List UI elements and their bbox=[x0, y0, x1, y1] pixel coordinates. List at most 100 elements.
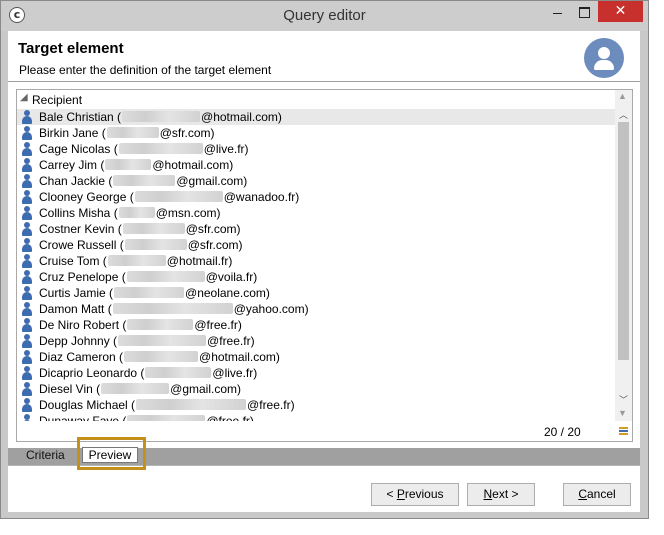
recipient-name: Dunaway Faye ( bbox=[39, 414, 127, 421]
recipient-label: Curtis Jamie ( @neolane.com) bbox=[39, 286, 270, 300]
list-item[interactable]: Cage Nicolas (@live.fr) bbox=[17, 141, 615, 157]
footer: < Previous Next > Cancel bbox=[8, 465, 640, 512]
list-item[interactable]: Birkin Jane (@sfr.com) bbox=[17, 125, 615, 141]
list-item[interactable]: Curtis Jamie ( @neolane.com) bbox=[17, 285, 615, 301]
redacted-email bbox=[124, 351, 199, 362]
list-rows: Bale Christian (@hotmail.com) Birkin Jane… bbox=[17, 109, 615, 421]
recipient-name: Diesel Vin ( bbox=[39, 382, 101, 396]
person-icon bbox=[22, 238, 32, 252]
person-icon bbox=[22, 382, 32, 396]
redacted-email bbox=[118, 207, 155, 218]
list-item[interactable]: Dicaprio Leonardo (@live.fr) bbox=[17, 365, 615, 381]
recipient-name: Carrey Jim ( bbox=[39, 158, 105, 172]
scrollbar-thumb[interactable] bbox=[618, 122, 629, 360]
recipient-email-domain: @neolane.com) bbox=[185, 286, 270, 300]
redacted-email bbox=[107, 255, 166, 266]
redacted-email bbox=[127, 319, 194, 330]
person-icon bbox=[22, 414, 32, 421]
collapse-icon[interactable]: ◢ bbox=[20, 92, 28, 103]
scroll-up-icon[interactable]: ︿ bbox=[619, 108, 628, 121]
redacted-email bbox=[101, 383, 170, 394]
next-button[interactable]: Next > bbox=[467, 483, 535, 506]
recipient-email-domain: @hotmail.com) bbox=[201, 110, 282, 124]
person-icon bbox=[22, 286, 32, 300]
record-count: 20 / 20 bbox=[544, 425, 581, 439]
recipient-label: Birkin Jane (@sfr.com) bbox=[39, 126, 215, 140]
person-icon bbox=[22, 142, 32, 156]
recipient-label: Clooney George (@wanadoo.fr) bbox=[39, 190, 299, 204]
scroll-top-icon[interactable]: ▲ bbox=[618, 91, 627, 101]
recipient-label: Dicaprio Leonardo (@live.fr) bbox=[39, 366, 257, 380]
person-icon bbox=[22, 350, 32, 364]
recipient-email-domain: @gmail.com) bbox=[170, 382, 241, 396]
person-icon bbox=[22, 126, 32, 140]
recipient-list: ◢ Recipient Bale Christian (@hotmail.com… bbox=[16, 89, 633, 442]
body-area: ◢ Recipient Bale Christian (@hotmail.com… bbox=[8, 82, 640, 448]
recipient-name: Cruz Penelope ( bbox=[39, 270, 126, 284]
list-item[interactable]: Dunaway Faye (@free.fr) bbox=[17, 413, 615, 421]
list-item[interactable]: Bale Christian (@hotmail.com) bbox=[17, 109, 615, 125]
recipient-name: Birkin Jane ( bbox=[39, 126, 106, 140]
previous-button[interactable]: < Previous bbox=[371, 483, 459, 506]
person-icon bbox=[22, 398, 32, 412]
list-header-label: Recipient bbox=[32, 93, 83, 107]
cancel-button[interactable]: Cancel bbox=[563, 483, 631, 506]
person-icon bbox=[22, 190, 32, 204]
close-button[interactable]: ✕ bbox=[598, 1, 643, 22]
recipient-email-domain: @voila.fr) bbox=[205, 270, 258, 284]
person-icon bbox=[22, 110, 32, 124]
list-item[interactable]: Diesel Vin ( @gmail.com) bbox=[17, 381, 615, 397]
recipient-email-domain: @sfr.com) bbox=[187, 238, 243, 252]
list-item[interactable]: Douglas Michael (@free.fr) bbox=[17, 397, 615, 413]
redacted-email bbox=[124, 239, 187, 250]
recipient-label: Depp Johnny (@free.fr) bbox=[39, 334, 255, 348]
tab-criteria[interactable]: Criteria bbox=[26, 448, 76, 465]
redacted-email bbox=[122, 223, 185, 234]
list-item[interactable]: Cruz Penelope ( @voila.fr) bbox=[17, 269, 615, 285]
list-item[interactable]: Collins Misha (@msn.com) bbox=[17, 205, 615, 221]
recipient-name: Curtis Jamie ( bbox=[39, 286, 114, 300]
page-title: Target element bbox=[18, 40, 124, 57]
recipient-name: Depp Johnny ( bbox=[39, 334, 118, 348]
list-item[interactable]: Clooney George (@wanadoo.fr) bbox=[17, 189, 615, 205]
list-item[interactable]: Chan Jackie (@gmail.com) bbox=[17, 173, 615, 189]
scroll-bottom-icon[interactable]: ▼ bbox=[618, 408, 627, 418]
person-icon bbox=[22, 174, 32, 188]
page-subtitle: Please enter the definition of the targe… bbox=[19, 63, 272, 77]
scroll-down-icon[interactable]: ﹀ bbox=[619, 393, 628, 406]
person-icon bbox=[22, 270, 32, 284]
recipient-label: Carrey Jim (@hotmail.com) bbox=[39, 158, 233, 172]
minimize-button[interactable] bbox=[544, 1, 571, 22]
list-item[interactable]: Carrey Jim (@hotmail.com) bbox=[17, 157, 615, 173]
list-item[interactable]: De Niro Robert ( @free.fr) bbox=[17, 317, 615, 333]
recipient-label: Cruise Tom (@hotmail.fr) bbox=[39, 254, 232, 268]
redacted-email bbox=[112, 303, 233, 314]
recipient-name: Crowe Russell ( bbox=[39, 238, 124, 252]
recipient-email-domain: @msn.com) bbox=[155, 206, 221, 220]
recipient-email-domain: @hotmail.com) bbox=[199, 350, 280, 364]
list-item[interactable]: Damon Matt ( @yahoo.com) bbox=[17, 301, 615, 317]
recipient-email-domain: @yahoo.com) bbox=[233, 302, 309, 316]
list-item[interactable]: Diaz Cameron (@hotmail.com) bbox=[17, 349, 615, 365]
person-icon bbox=[22, 254, 32, 268]
list-item[interactable]: Cruise Tom (@hotmail.fr) bbox=[17, 253, 615, 269]
list-options-icon[interactable] bbox=[619, 427, 628, 436]
recipient-name: Douglas Michael ( bbox=[39, 398, 136, 412]
user-icon bbox=[584, 38, 624, 78]
preview-tab-highlight bbox=[77, 437, 146, 470]
vertical-scrollbar[interactable]: ▲ ︿ ﹀ ▼ bbox=[615, 90, 632, 421]
recipient-name: De Niro Robert ( bbox=[39, 318, 127, 332]
list-item[interactable]: Costner Kevin (@sfr.com) bbox=[17, 221, 615, 237]
list-header[interactable]: ◢ Recipient bbox=[17, 90, 615, 108]
person-icon bbox=[22, 158, 32, 172]
recipient-label: Dunaway Faye (@free.fr) bbox=[39, 414, 254, 421]
recipient-email-domain: @live.fr) bbox=[212, 366, 258, 380]
recipient-email-domain: @free.fr) bbox=[194, 318, 242, 332]
person-icon bbox=[22, 206, 32, 220]
maximize-button[interactable] bbox=[571, 1, 598, 22]
minimize-icon bbox=[553, 13, 562, 14]
list-item[interactable]: Depp Johnny (@free.fr) bbox=[17, 333, 615, 349]
recipient-name: Damon Matt ( bbox=[39, 302, 112, 316]
list-item[interactable]: Crowe Russell ( @sfr.com) bbox=[17, 237, 615, 253]
recipient-email-domain: @hotmail.fr) bbox=[166, 254, 233, 268]
